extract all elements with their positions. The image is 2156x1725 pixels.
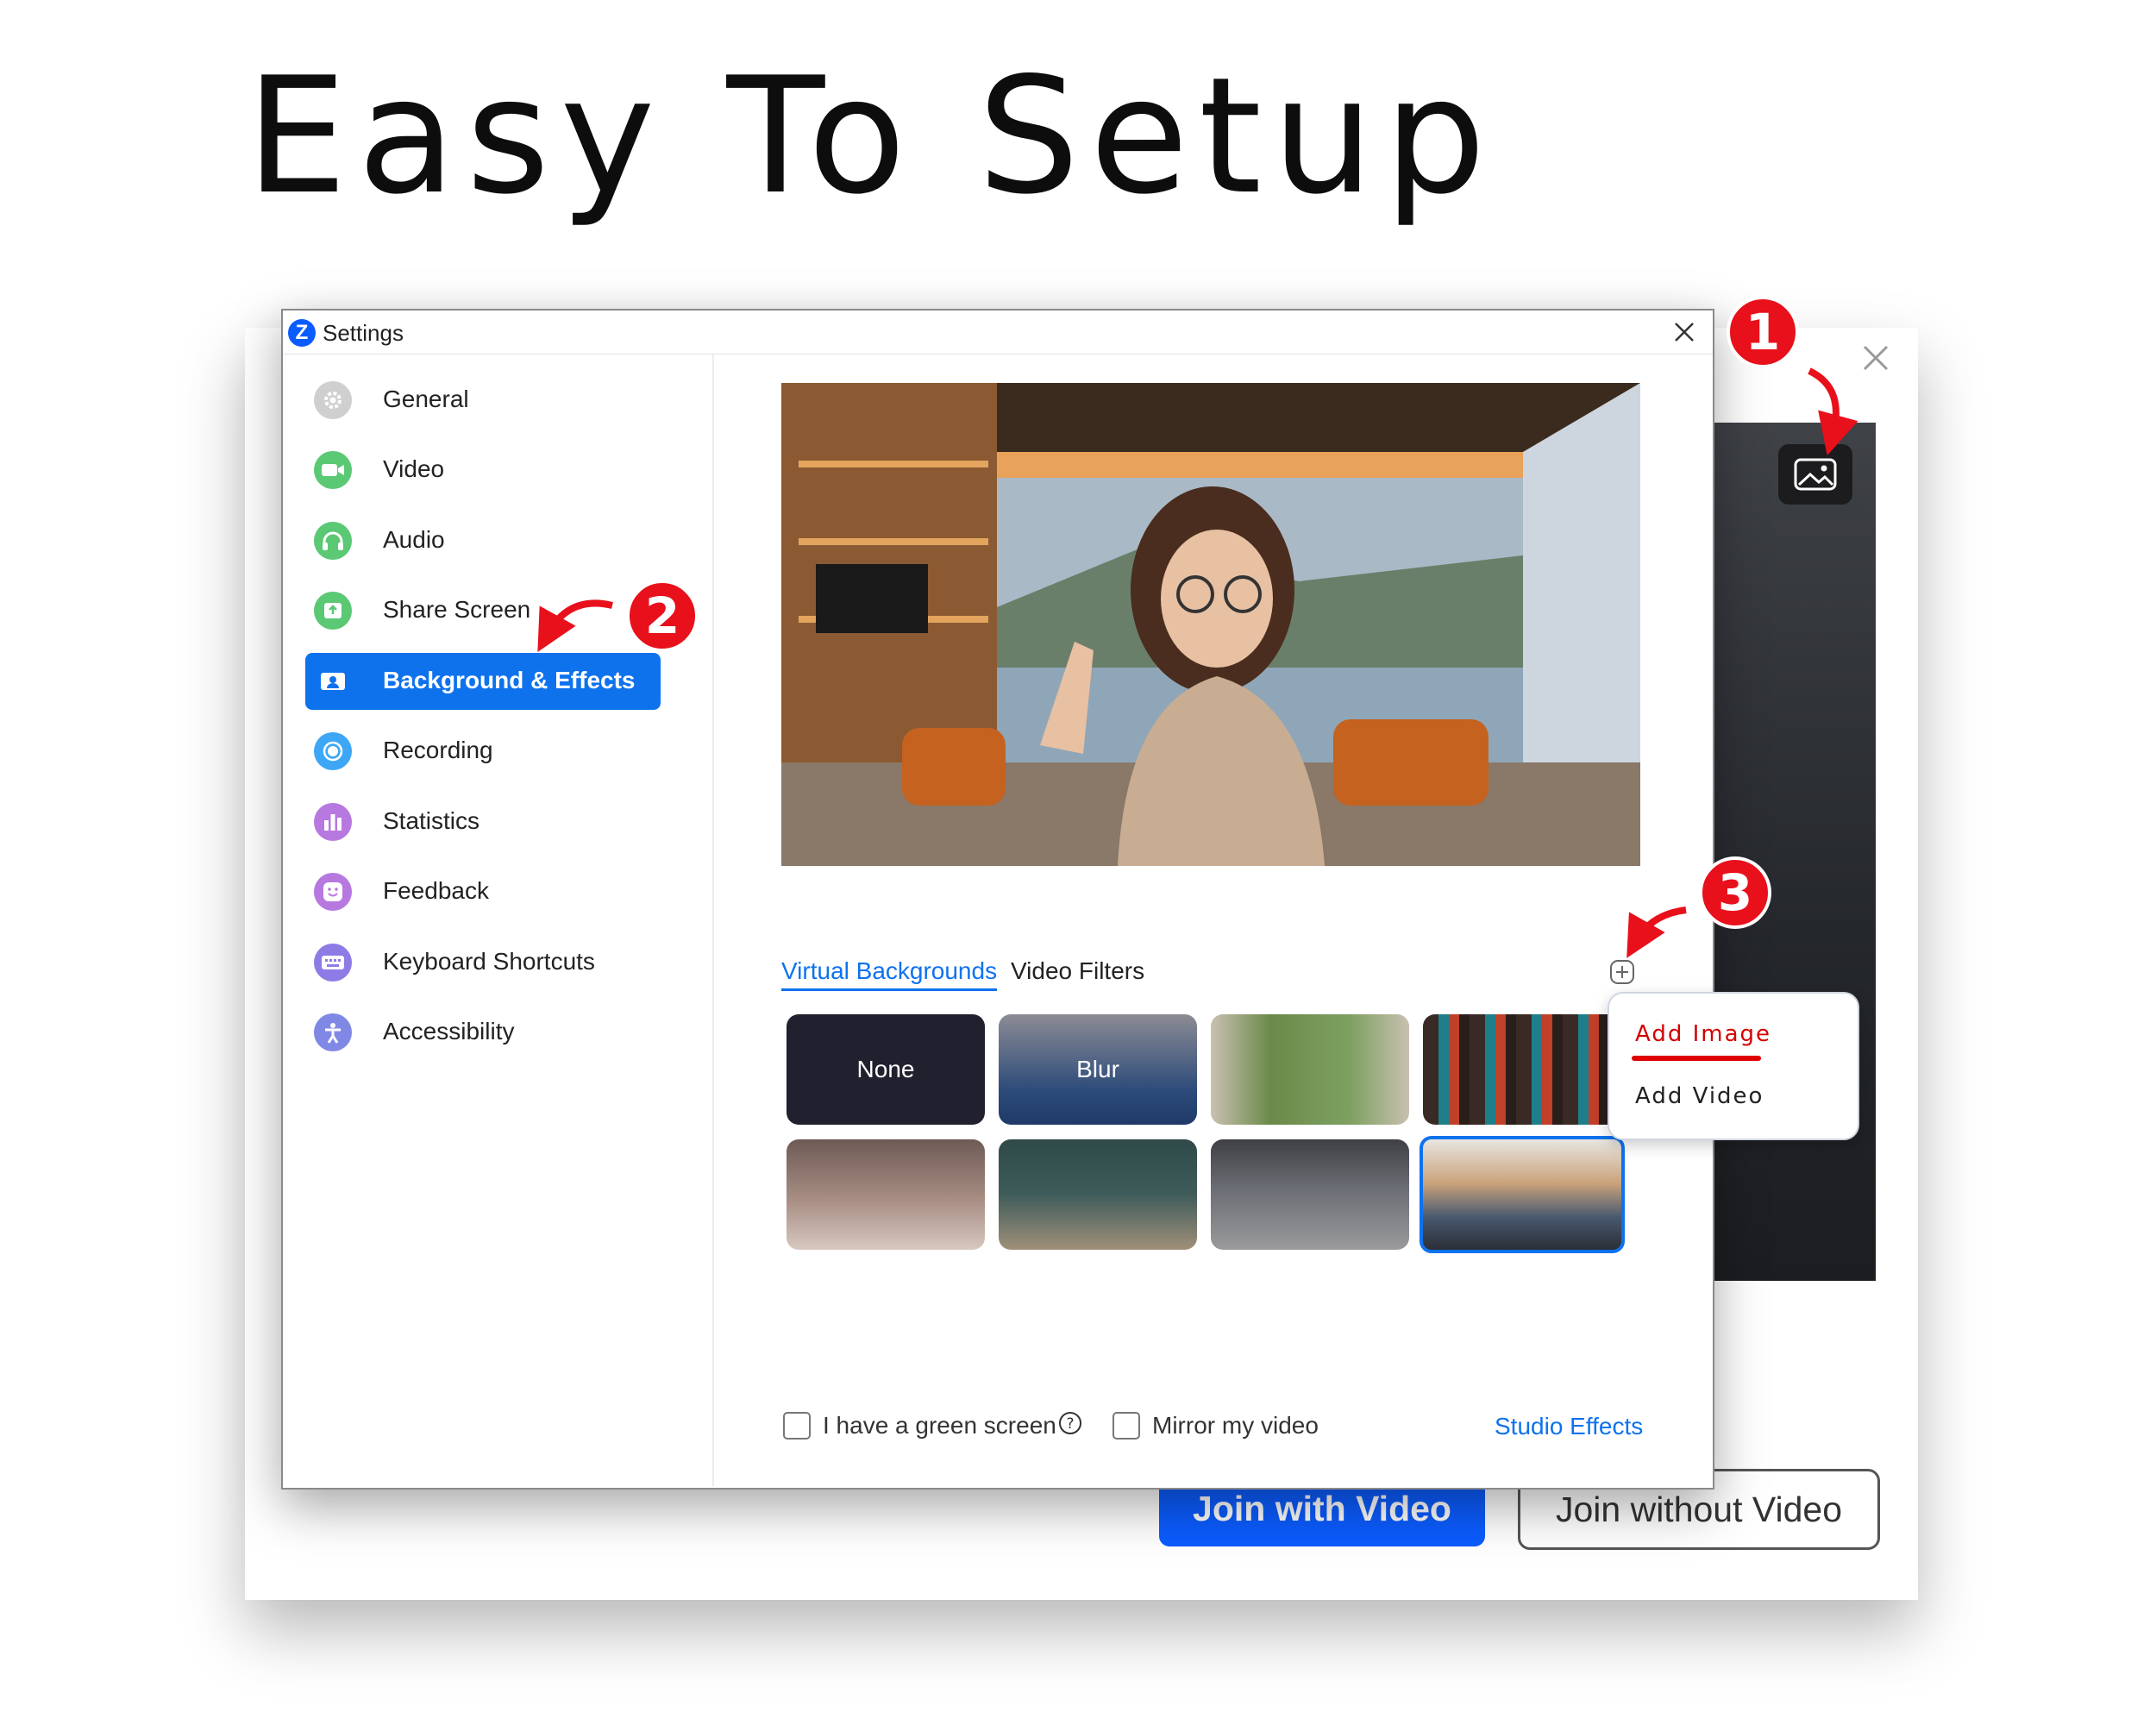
annotation-arrows	[537, 367, 1858, 958]
